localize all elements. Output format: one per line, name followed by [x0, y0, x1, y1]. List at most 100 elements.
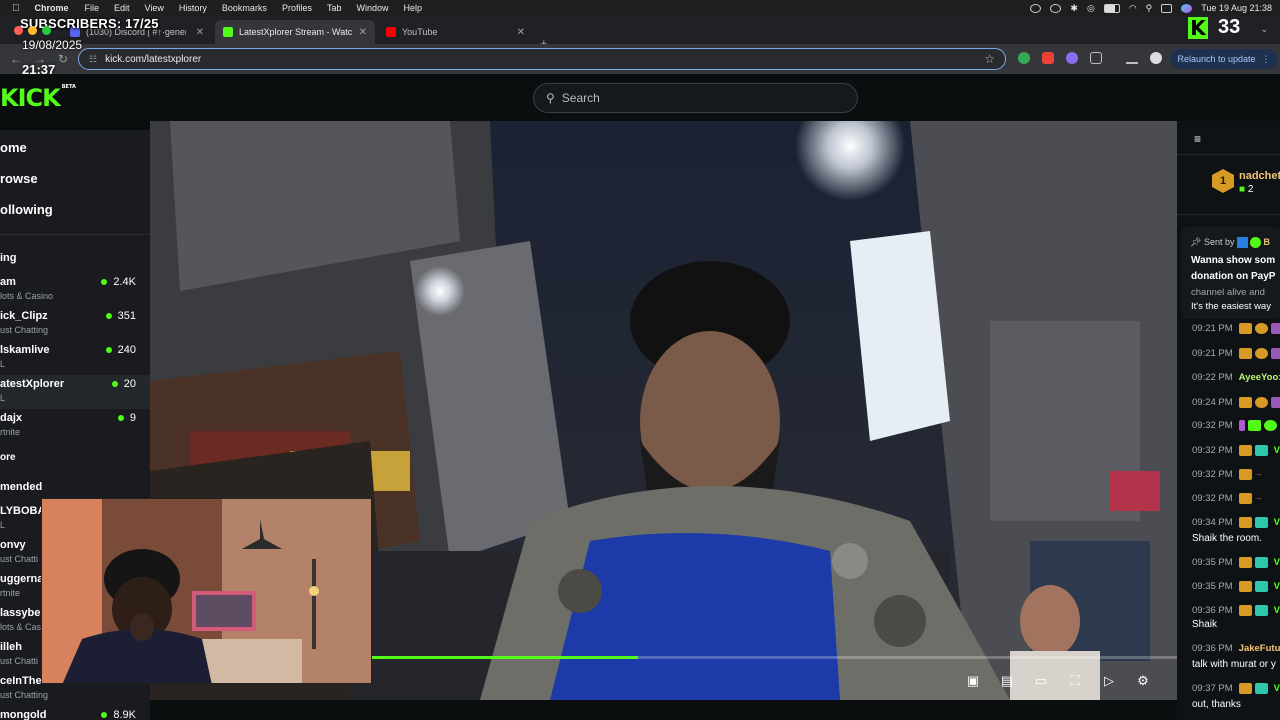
channel-category: rtnite: [0, 588, 21, 598]
menu-tab[interactable]: Tab: [327, 3, 342, 13]
reading-list-icon[interactable]: [1126, 52, 1138, 64]
sub-badge-icon: [1270, 323, 1280, 334]
miniplayer-icon[interactable]: ▣: [964, 672, 982, 690]
pinned-message[interactable]: 📌︎ Sent by B Wanna show som donation on …: [1182, 227, 1280, 319]
channel-item[interactable]: am lots & Casino 2.4K: [0, 273, 150, 307]
chat-message[interactable]: 09:35 PM Vi: [1192, 581, 1280, 592]
extensions-puzzle-icon[interactable]: [1090, 52, 1102, 64]
siri-icon[interactable]: [1181, 3, 1193, 13]
theater-mode-icon[interactable]: ▭: [1032, 672, 1050, 690]
chat-message[interactable]: 09:37 PM Vi: [1192, 683, 1280, 694]
chat-message[interactable]: 09:22 PM AyeeYoo:: [1192, 372, 1280, 383]
chat-username[interactable]: Vi: [1274, 605, 1280, 616]
clip-icon[interactable]: ▤: [998, 672, 1016, 690]
chat-message[interactable]: 09:21 PM: [1192, 348, 1280, 359]
chat-username[interactable]: Vi: [1274, 445, 1280, 456]
crown-badge-icon: [1238, 605, 1252, 616]
menu-file[interactable]: File: [85, 3, 100, 13]
top-gifter-count-text: 2: [1247, 184, 1254, 195]
channel-name: mongold: [0, 709, 47, 720]
status-icon[interactable]: ◎: [1087, 3, 1095, 14]
apple-icon[interactable]: : [12, 3, 20, 14]
collapse-chat-icon[interactable]: ≡: [1194, 132, 1201, 146]
viewer-count-overlay: 33: [1218, 16, 1241, 38]
menubar-clock[interactable]: Tue 19 Aug 21:38: [1201, 3, 1272, 13]
menu-history[interactable]: History: [179, 3, 207, 13]
chat-message[interactable]: 09:24 PM: [1192, 397, 1280, 408]
chat-username[interactable]: Vi: [1274, 517, 1280, 528]
bluetooth-icon[interactable]: ✱: [1070, 3, 1078, 14]
channel-item[interactable]: ick_Clipz ust Chatting 351: [0, 307, 150, 341]
search-placeholder: Search: [561, 91, 600, 105]
menu-window[interactable]: Window: [356, 3, 388, 13]
channel-item-selected[interactable]: atestXplorer L 20: [0, 375, 150, 409]
video-progress-bar[interactable]: [372, 656, 1177, 659]
address-bar[interactable]: ☷ kick.com/latestxplorer ☆: [78, 48, 1006, 70]
site-info-icon[interactable]: ☷: [89, 54, 97, 65]
youtube-icon: [386, 27, 396, 37]
control-center-icon[interactable]: [1161, 3, 1173, 13]
top-gifter-name[interactable]: nadchet: [1239, 170, 1280, 182]
menu-edit[interactable]: Edit: [114, 3, 130, 13]
status-icon[interactable]: [1050, 3, 1062, 13]
channel-item[interactable]: lskamlive L 240: [0, 341, 150, 375]
window-close-button[interactable]: [14, 26, 23, 35]
recommended-header: mended: [0, 481, 43, 493]
reload-button[interactable]: ↻: [58, 52, 68, 66]
chat-message[interactable]: 09:32 PM →: [1192, 493, 1271, 504]
chat-message[interactable]: 09:32 PM: [1192, 420, 1280, 431]
chat-message[interactable]: 09:32 PM →: [1192, 469, 1271, 480]
menu-help[interactable]: Help: [403, 3, 422, 13]
back-button[interactable]: ←: [10, 52, 22, 66]
tab-search-icon[interactable]: ⌄: [1260, 24, 1268, 35]
chat-message[interactable]: 09:34 PM Vi: [1192, 517, 1280, 528]
settings-gear-icon[interactable]: ⚙: [1134, 672, 1152, 690]
sidebar-item-following[interactable]: ollowing: [0, 202, 53, 217]
chat-message[interactable]: 09:35 PM Vi: [1192, 557, 1280, 568]
relaunch-to-update-button[interactable]: Relaunch to update ⋮: [1170, 49, 1278, 69]
channel-item[interactable]: mongold 8.9K: [0, 706, 150, 720]
sidebar-item-browse[interactable]: rowse: [0, 171, 38, 186]
menu-bookmarks[interactable]: Bookmarks: [222, 3, 267, 13]
beta-badge: BETA: [61, 84, 76, 90]
viewer-count-text: 20: [123, 378, 136, 390]
chat-message[interactable]: 09:36 PM JakeFutu: [1192, 643, 1280, 654]
search-input[interactable]: ⚲ Search: [533, 83, 858, 113]
channel-item[interactable]: dajx rtnite 9: [0, 409, 150, 443]
menu-profiles[interactable]: Profiles: [282, 3, 312, 13]
show-more-link[interactable]: ore: [0, 452, 16, 463]
close-icon[interactable]: ✕: [359, 27, 367, 38]
extension-icon[interactable]: [1042, 52, 1054, 64]
extension-icon[interactable]: [1066, 52, 1078, 64]
menubar-app-name[interactable]: Chrome: [35, 3, 69, 13]
chat-username[interactable]: JakeFutu: [1239, 643, 1280, 654]
chat-message[interactable]: 09:21 PM: [1192, 323, 1280, 334]
chat-username[interactable]: Vi: [1274, 683, 1280, 694]
fullscreen-icon[interactable]: ⛶: [1066, 672, 1084, 690]
emote-icon: →: [1254, 469, 1263, 478]
chat-username[interactable]: Vi: [1274, 557, 1280, 568]
chat-message[interactable]: 09:32 PM Vi: [1192, 445, 1280, 456]
tab-kick-stream[interactable]: LatestXplorer Stream - Watc ✕: [215, 20, 375, 44]
window-minimize-button[interactable]: [28, 26, 37, 35]
bookmark-star-icon[interactable]: ☆: [984, 52, 995, 66]
chat-username[interactable]: AyeeYoo:: [1239, 372, 1280, 383]
speed-icon[interactable]: ▷: [1100, 672, 1118, 690]
wifi-icon[interactable]: ◠: [1129, 3, 1137, 14]
window-zoom-button[interactable]: [42, 26, 51, 35]
chat-message[interactable]: 09:36 PM Vi: [1192, 605, 1280, 616]
sidebar-item-home[interactable]: ome: [0, 140, 27, 155]
tab-label: LatestXplorer Stream - Watc: [239, 27, 353, 37]
chat-username[interactable]: Vi: [1274, 581, 1280, 592]
menu-view[interactable]: View: [145, 3, 164, 13]
close-icon[interactable]: ✕: [196, 27, 204, 38]
channel-category: lots & Casino: [0, 291, 54, 301]
spotlight-search-icon[interactable]: ⚲: [1146, 3, 1153, 14]
tab-youtube[interactable]: YouTube ✕: [378, 20, 533, 44]
kick-logo[interactable]: KICK BETA: [0, 84, 76, 112]
status-icon[interactable]: [1030, 3, 1042, 13]
profile-avatar-icon[interactable]: [1150, 52, 1162, 64]
extension-icon[interactable]: [1018, 52, 1030, 64]
battery-icon[interactable]: [1103, 3, 1120, 13]
close-icon[interactable]: ✕: [517, 27, 525, 38]
